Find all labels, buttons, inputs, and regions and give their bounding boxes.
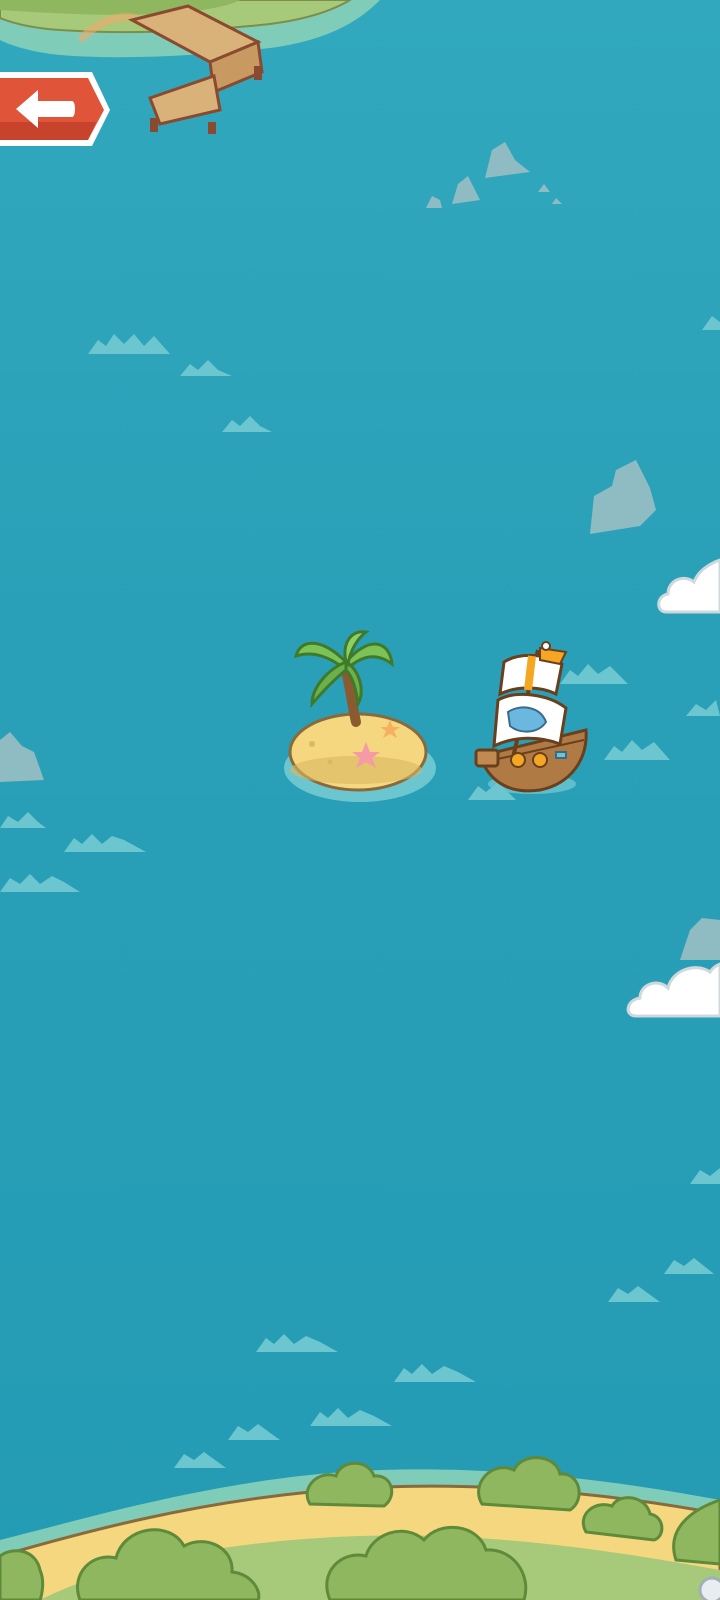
bottom-island [0, 1456, 720, 1600]
rocks-top [426, 142, 562, 208]
cloud-right-1 [657, 558, 720, 614]
rocks-right [590, 460, 656, 534]
rocks-right-2 [680, 918, 720, 960]
rocks-left [0, 732, 44, 782]
game-scene [0, 0, 720, 1600]
pirate-ship [474, 641, 588, 794]
back-button[interactable] [0, 70, 112, 148]
back-arrow-icon [0, 72, 110, 146]
palm-island [284, 630, 436, 802]
cloud-right-2 [626, 962, 720, 1018]
sea-background [0, 0, 720, 1600]
